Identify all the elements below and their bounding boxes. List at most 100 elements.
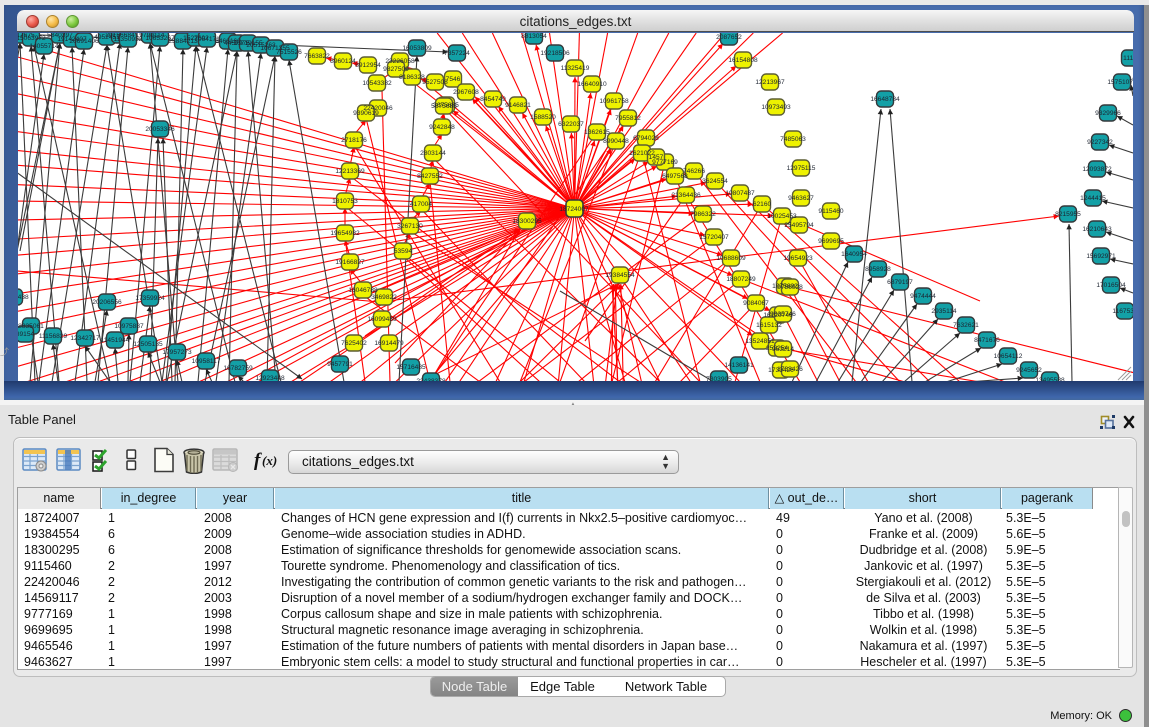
svg-text:15720407: 15720407 [699,234,729,241]
svg-text:9390619: 9390619 [353,110,379,117]
svg-text:6322037: 6322037 [558,121,584,128]
svg-text:8471676: 8471676 [974,337,1000,344]
svg-text:12505135: 12505135 [133,341,163,348]
svg-text:9227342: 9227342 [1087,139,1113,146]
svg-text:14136141: 14136141 [724,362,754,369]
svg-text:1457: 1457 [649,154,664,161]
svg-text:62160: 62160 [753,201,772,208]
svg-text:6794028: 6794028 [633,135,659,142]
svg-text:16210643: 16210643 [1082,226,1112,233]
svg-text:417004: 417004 [410,201,432,208]
svg-text:10688609: 10688609 [716,255,746,262]
svg-text:9527508: 9527508 [422,79,448,86]
svg-text:2967608: 2967608 [453,89,479,96]
svg-text:20166438: 20166438 [18,294,29,301]
svg-text:12213967: 12213967 [755,79,785,86]
svg-text:10973493: 10973493 [761,104,791,111]
svg-text:23226058: 23226058 [385,58,415,65]
svg-text:16046788: 16046788 [348,287,378,294]
svg-text:10961758: 10961758 [599,98,629,105]
svg-text:16914479: 16914479 [374,340,404,347]
svg-text:1244415: 1244415 [1080,195,1106,202]
svg-text:16053809: 16053809 [402,45,432,52]
svg-text:17359924: 17359924 [135,295,165,302]
svg-text:10958117: 10958117 [192,358,221,365]
svg-text:19166827: 19166827 [335,259,365,266]
svg-text:2087652: 2087652 [716,34,742,41]
svg-text:16099489: 16099489 [367,316,397,323]
svg-text:15716485: 15716485 [396,364,426,371]
svg-text:12342717: 12342717 [70,335,100,342]
svg-text:39154: 39154 [18,331,34,338]
svg-text:7485063: 7485063 [780,136,806,143]
svg-text:11451944: 11451944 [101,337,130,344]
svg-text:13524851: 13524851 [745,338,775,345]
svg-text:7303905: 7303905 [706,376,732,381]
svg-text:7625402: 7625402 [341,340,367,347]
svg-text:12213369: 12213369 [335,168,365,175]
svg-text:18300295: 18300295 [512,218,542,225]
svg-text:7663822: 7663822 [304,53,330,60]
svg-text:12923448: 12923448 [255,375,285,381]
svg-text:2803144: 2803144 [420,150,446,157]
svg-text:9329966: 9329966 [1095,110,1121,117]
svg-text:19654982: 19654982 [330,230,360,237]
svg-text:8215955: 8215955 [1055,211,1081,218]
svg-text:3469822: 3469822 [371,294,397,301]
svg-text:9245652: 9245652 [1016,367,1042,374]
svg-text:963214: 963214 [772,346,794,353]
svg-text:9474444: 9474444 [910,293,936,300]
svg-text:1167531: 1167531 [1112,308,1133,315]
svg-text:1640954: 1640954 [841,251,867,258]
svg-text:9635746: 9635746 [770,311,796,318]
svg-text:9084067: 9084067 [743,300,769,307]
svg-text:7986322: 7986322 [690,211,716,218]
svg-text:6497568: 6497568 [662,173,688,180]
svg-text:2935114: 2935114 [931,308,957,315]
svg-text:9115460: 9115460 [818,208,844,215]
svg-text:17016504: 17016504 [1096,282,1126,289]
svg-text:11325419: 11325419 [561,65,590,72]
svg-text:17957273: 17957273 [162,349,192,356]
svg-text:7357224: 7357224 [444,50,470,57]
svg-text:(x): (x) [262,453,277,468]
svg-text:19384554: 19384554 [605,272,635,279]
svg-text:7632621: 7632621 [953,322,979,329]
svg-text:10654112: 10654112 [994,353,1023,360]
svg-text:1112: 1112 [1123,55,1133,62]
svg-text:20206556: 20206556 [92,299,122,306]
svg-text:9827509: 9827509 [383,66,409,73]
svg-text:9146821: 9146821 [505,102,531,109]
svg-text:53594: 53594 [394,248,413,255]
svg-text:1362615: 1362615 [584,129,610,136]
svg-text:21364436: 21364436 [671,192,701,199]
svg-text:9463627: 9463627 [788,195,814,202]
svg-text:f: f [254,450,262,471]
svg-text:16154808: 16154808 [728,57,758,64]
svg-text:3624554: 3624554 [702,178,728,185]
svg-text:14055714: 14055714 [29,43,59,50]
svg-text:12093872: 12093872 [1082,166,1112,173]
svg-text:1733426: 1733426 [777,366,803,373]
svg-text:7546: 7546 [446,76,461,83]
svg-text:9242848: 9242848 [429,124,455,131]
svg-text:19654923: 19654923 [783,255,813,262]
svg-text:16782759: 16782759 [223,365,253,372]
svg-text:8960124: 8960124 [330,58,356,65]
svg-text:8990448: 8990448 [603,138,629,145]
svg-text:15751074: 15751074 [1107,79,1133,86]
svg-text:9699695: 9699695 [818,238,844,245]
svg-text:12975115: 12975115 [787,165,816,172]
svg-text:18807249: 18807249 [726,276,756,283]
svg-text:16648784: 16648784 [870,96,900,103]
svg-text:8454749: 8454749 [480,96,506,103]
svg-text:2718176: 2718176 [341,137,367,144]
svg-text:7955812: 7955812 [615,115,641,122]
svg-text:8427552: 8427552 [417,173,443,180]
svg-text:9457791: 9457791 [327,361,353,368]
svg-text:1588520: 1588520 [530,114,556,121]
svg-text:10975887: 10975887 [114,323,144,330]
svg-text:1615132: 1615132 [756,322,782,329]
svg-text:16640910: 16640910 [577,81,607,88]
svg-text:25495794: 25495794 [784,222,814,229]
